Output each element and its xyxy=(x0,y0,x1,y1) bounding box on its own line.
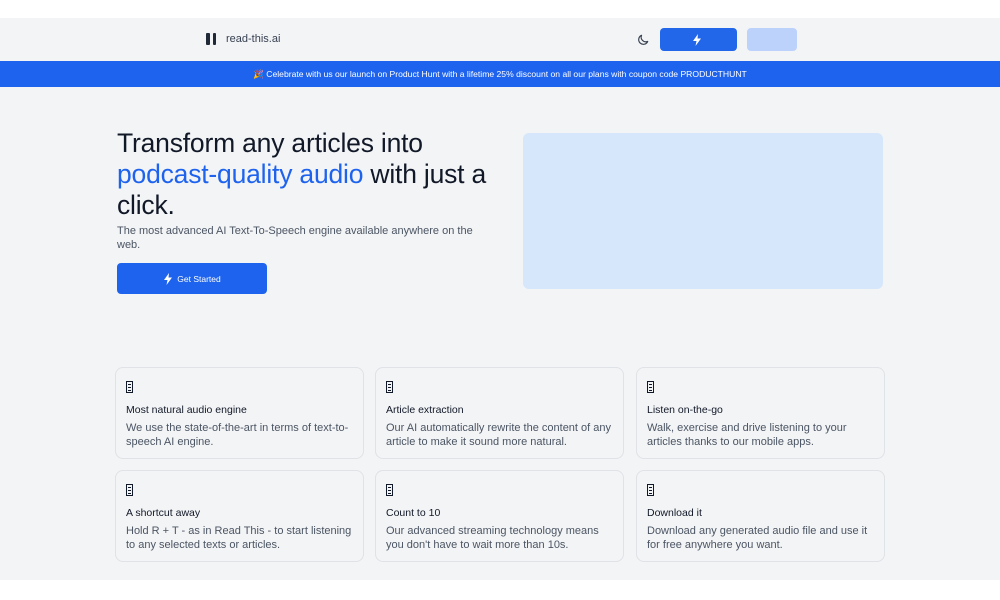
feature-card: Article extraction Our AI automatically … xyxy=(375,367,624,459)
feature-title: Most natural audio engine xyxy=(126,404,247,416)
feature-card: Count to 10 Our advanced streaming techn… xyxy=(375,470,624,562)
moon-icon[interactable] xyxy=(636,33,650,47)
logo-text: read-this.ai xyxy=(226,33,281,45)
hero-title: Transform any articles into podcast-qual… xyxy=(117,128,517,221)
feature-card: Download it Download any generated audio… xyxy=(636,470,885,562)
feature-description: Walk, exercise and drive listening to yo… xyxy=(647,422,847,448)
feature-icon xyxy=(647,381,654,393)
page: read-this.ai 🎉 Celebrate with us our lau… xyxy=(0,18,1000,580)
logo[interactable]: read-this.ai xyxy=(206,33,280,45)
lightning-icon xyxy=(692,33,701,46)
feature-title: Count to 10 xyxy=(386,507,441,519)
feature-description: Hold R + T - as in Read This - to start … xyxy=(126,525,352,551)
hero-title-accent: podcast-quality audio xyxy=(117,159,364,189)
feature-title: Download it xyxy=(647,507,702,519)
header: read-this.ai xyxy=(0,18,1000,61)
secondary-header-button[interactable] xyxy=(747,28,797,51)
feature-icon xyxy=(647,484,654,496)
get-started-label: Get Started xyxy=(177,273,221,284)
feature-description: We use the state-of-the-art in terms of … xyxy=(126,422,349,448)
get-started-button[interactable]: Get Started xyxy=(117,263,267,294)
hero-title-part1: Transform any articles into xyxy=(117,128,423,158)
feature-card: Most natural audio engine We use the sta… xyxy=(115,367,364,459)
feature-icon xyxy=(386,381,393,393)
promo-banner-text: 🎉 Celebrate with us our launch on Produc… xyxy=(253,68,747,79)
feature-description: Our advanced streaming technology means … xyxy=(386,525,599,551)
promo-banner: 🎉 Celebrate with us our launch on Produc… xyxy=(0,61,1000,87)
feature-icon xyxy=(126,381,133,393)
feature-icon xyxy=(126,484,133,496)
pause-icon xyxy=(206,33,216,45)
feature-icon xyxy=(386,484,393,496)
primary-header-button[interactable] xyxy=(660,28,737,51)
feature-card: Listen on-the-go Walk, exercise and driv… xyxy=(636,367,885,459)
feature-title: Listen on-the-go xyxy=(647,404,723,416)
feature-description: Download any generated audio file and us… xyxy=(647,525,868,551)
hero-media-placeholder xyxy=(523,133,883,289)
feature-title: Article extraction xyxy=(386,404,464,416)
feature-card: A shortcut away Hold R + T - as in Read … xyxy=(115,470,364,562)
hero-subtitle: The most advanced AI Text-To-Speech engi… xyxy=(117,225,473,251)
feature-description: Our AI automatically rewrite the content… xyxy=(386,422,612,448)
feature-title: A shortcut away xyxy=(126,507,201,519)
lightning-icon xyxy=(164,272,173,285)
